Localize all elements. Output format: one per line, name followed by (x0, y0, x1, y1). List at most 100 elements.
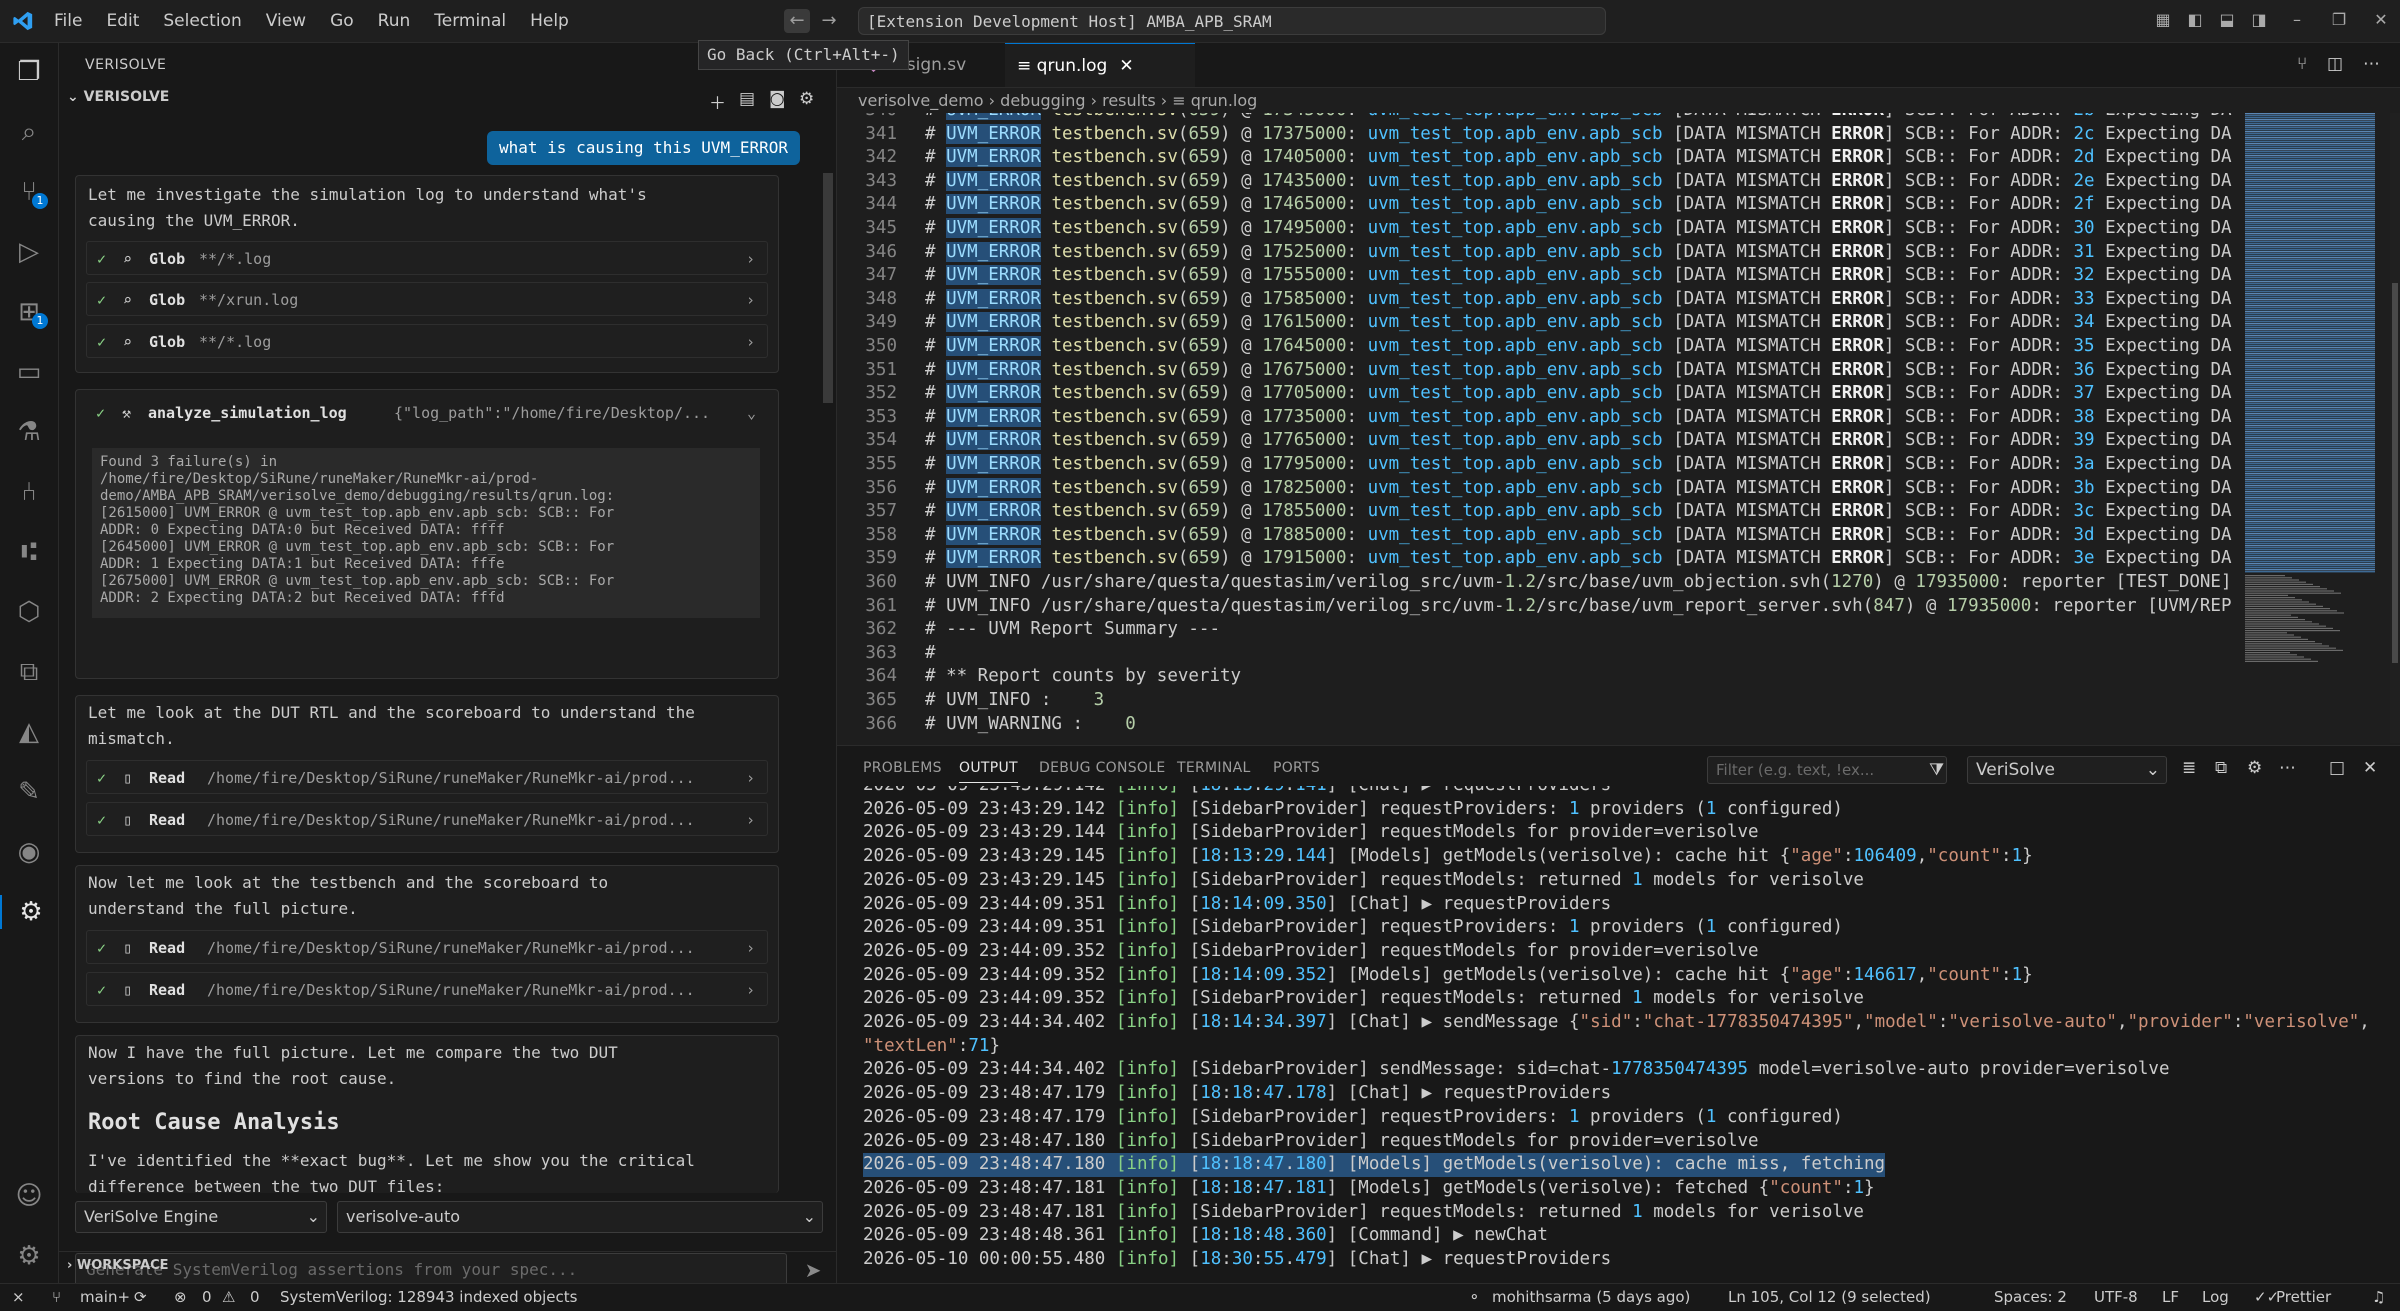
go-forward-button[interactable]: → (816, 9, 842, 33)
git-graph-icon[interactable]: ⑃ (12, 475, 46, 509)
line-number: 353 (865, 406, 897, 427)
search-icon[interactable]: ⌕ (12, 115, 46, 149)
menu-edit[interactable]: Edit (94, 11, 151, 31)
testing-icon[interactable]: ⚗ (12, 415, 46, 449)
tool-call-read[interactable]: ✓ ▯ Read/home/fire/Desktop/SiRune/runeMake… (86, 802, 768, 836)
toggle-sidebar-icon[interactable]: ◧ (2184, 10, 2206, 32)
breadcrumb-item[interactable]: qrun.log (1191, 91, 1258, 110)
code-editor[interactable]: 340 # UVM_ERROR testbench.sv(659) @ 17345… (837, 113, 2237, 743)
command-center[interactable]: [Extension Development Host] AMBA_APB_SR… (858, 7, 1606, 35)
menu-terminal[interactable]: Terminal (422, 11, 518, 31)
tool-call-read[interactable]: ✓ ▯ Read/home/fire/Desktop/SiRune/runeMake… (86, 972, 768, 1006)
open-editor-icon[interactable]: ⧉ (2215, 758, 2227, 778)
git-branch[interactable]: main+ (80, 1284, 130, 1310)
notifications-bell-icon[interactable]: ♫ (2372, 1284, 2385, 1310)
git-blame[interactable]: mohithsarma (5 days ago) (1492, 1284, 1690, 1310)
indentation[interactable]: Spaces: 2 (1994, 1284, 2067, 1310)
editor-tabs: ◆ design.sv ≡ qrun.log✕ ⑂ ◫ ⋯ (837, 43, 2400, 88)
cursor-position[interactable]: Ln 105, Col 12 (9 selected) (1728, 1284, 1931, 1310)
more-actions-icon[interactable]: ⋯ (2363, 54, 2380, 74)
line-number: 344 (865, 194, 897, 215)
breadcrumb-item[interactable]: debugging (1000, 91, 1085, 110)
package-icon[interactable]: ⬡ (12, 595, 46, 629)
close-window-icon[interactable]: ✕ (2370, 10, 2392, 32)
github-icon[interactable]: ◉ (12, 835, 46, 869)
code-line: 350 # UVM_ERROR testbench.sv(659) @ 17645… (837, 335, 2237, 359)
output-settings-icon[interactable]: ⚙ (2247, 758, 2262, 778)
tools-icon[interactable]: ✎ (12, 775, 46, 809)
account-circle-icon[interactable]: ◙ (769, 89, 786, 109)
tool-call-glob[interactable]: ✓ ⌕ Glob **/xrun.log › (86, 282, 768, 316)
restore-icon[interactable]: ❐ (2328, 10, 2350, 32)
error-count[interactable]: 0 (202, 1284, 212, 1310)
go-back-button[interactable]: ← (784, 9, 810, 33)
tool-call-read[interactable]: ✓ ▯ Read/home/fire/Desktop/SiRune/runeMake… (86, 760, 768, 794)
sync-icon[interactable]: ⟳ (134, 1284, 147, 1310)
breadcrumb-item[interactable]: results (1102, 91, 1156, 110)
tab-output[interactable]: OUTPUT (959, 760, 1018, 783)
account-icon[interactable]: ☺ (12, 1179, 46, 1213)
uvm-error-token: UVM_ERROR (946, 288, 1041, 309)
tab-debug-console[interactable]: DEBUG CONSOLE (1039, 760, 1166, 776)
remote-icon[interactable]: ⨯ (12, 1284, 25, 1310)
run-debug-icon[interactable]: ▷ (12, 235, 46, 269)
breadcrumb-item[interactable]: verisolve_demo (858, 91, 984, 110)
tab-qrun-log[interactable]: ≡ qrun.log ✕ (1005, 43, 1195, 87)
source-control-icon[interactable]: ⑂ 1 (12, 175, 48, 209)
workspace-section[interactable]: › WORKSPACE (59, 1251, 836, 1284)
warning-count[interactable]: 0 (250, 1284, 260, 1310)
history-icon[interactable]: ▤ (739, 89, 755, 109)
indexed-objects[interactable]: SystemVerilog: 128943 indexed objects (280, 1284, 577, 1310)
tab-ports[interactable]: PORTS (1273, 760, 1320, 776)
menu-view[interactable]: View (254, 11, 318, 31)
formatter[interactable]: Prettier (2276, 1284, 2331, 1310)
customize-layout-icon[interactable]: ▦ (2152, 10, 2174, 32)
menu-selection[interactable]: Selection (151, 11, 253, 31)
model-select[interactable]: verisolve-auto ⌄ (337, 1201, 823, 1233)
git-lens-icon[interactable]: ⑆ (12, 535, 46, 569)
menu-file[interactable]: File (42, 11, 94, 31)
filter-icon[interactable]: ⧩ (1929, 760, 1944, 780)
maximize-panel-icon[interactable]: □ (2329, 758, 2345, 778)
more-actions-icon[interactable]: ⋯ (2279, 758, 2296, 778)
output-log[interactable]: 2026-05-09 23:43:29.142 [info] [18:13:29… (863, 786, 2393, 1276)
new-chat-icon[interactable]: ＋ (709, 89, 726, 114)
sidebar-section-header[interactable]: ⌄ VERISOLVE (67, 89, 169, 105)
minimize-icon[interactable]: – (2286, 10, 2308, 32)
tab-problems[interactable]: PROBLEMS (863, 760, 942, 776)
uvm-error-token: UVM_ERROR (946, 454, 1041, 474)
output-channel-select[interactable]: VeriSolve ⌄ (1967, 756, 2167, 784)
chat-scrollbar[interactable] (823, 173, 833, 403)
toggle-panel-icon[interactable]: ⬓ (2216, 10, 2238, 32)
engine-select[interactable]: VeriSolve Engine ⌄ (75, 1201, 327, 1233)
end-of-line[interactable]: LF (2162, 1284, 2179, 1310)
chat-settings-icon[interactable]: ⚙ (799, 89, 814, 109)
close-icon[interactable]: ✕ (1119, 56, 1133, 76)
tool-call-glob[interactable]: ✓ ⌕ Glob **/*.log › (86, 241, 768, 275)
remote-explorer-icon[interactable]: ▭ (12, 355, 46, 389)
encoding[interactable]: UTF-8 (2094, 1284, 2138, 1310)
settings-gear-icon[interactable]: ⚙ (12, 1239, 46, 1273)
split-editor-icon[interactable]: ◫ (2327, 54, 2343, 74)
toggle-secondary-sidebar-icon[interactable]: ◨ (2248, 10, 2270, 32)
hierarchy-icon[interactable]: ⧉ (12, 655, 46, 689)
tab-terminal[interactable]: TERMINAL (1177, 760, 1251, 776)
language-mode[interactable]: Log (2202, 1284, 2229, 1310)
verisolve-chip-icon[interactable]: ⚙ (0, 895, 60, 929)
tool-call-analyze[interactable]: ✓ ⚒ analyze_simulation_log {"log_path":"/ho… (86, 396, 768, 430)
chevron-down-icon: ⌄ (746, 404, 756, 422)
merge-icon[interactable]: ⑂ (2297, 54, 2307, 74)
list-icon[interactable]: ≣ (2182, 758, 2196, 778)
menu-go[interactable]: Go (318, 11, 366, 31)
waveform-icon[interactable]: ◭ (12, 715, 46, 749)
menu-run[interactable]: Run (366, 11, 423, 31)
tool-call-read[interactable]: ✓ ▯ Read/home/fire/Desktop/SiRune/runeMake… (86, 930, 768, 964)
close-panel-icon[interactable]: ✕ (2363, 758, 2377, 778)
menu-help[interactable]: Help (518, 11, 581, 31)
tool-call-glob[interactable]: ✓ ⌕ Glob **/*.log › (86, 324, 768, 358)
editor-scrollbar[interactable] (2390, 113, 2400, 743)
explorer-icon[interactable]: ❐ (12, 55, 46, 89)
minimap[interactable] (2243, 113, 2379, 673)
output-filter-input[interactable]: Filter (e.g. text, !ex... (1707, 756, 1947, 784)
extensions-icon[interactable]: ⊞ 1 (12, 295, 48, 329)
